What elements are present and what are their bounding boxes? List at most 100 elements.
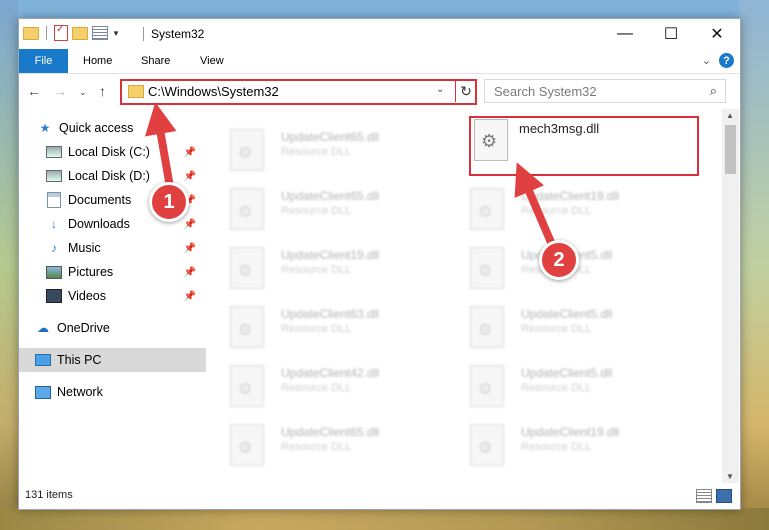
highlighted-file-item[interactable]: mech3msg.dll [469, 116, 699, 176]
close-button[interactable]: ✕ [694, 19, 740, 49]
ribbon-right-controls: ⌄ ? [702, 53, 734, 68]
pictures-icon [46, 265, 62, 279]
sidebar-item-quick-access[interactable]: ★ Quick access [19, 116, 206, 140]
details-view-icon[interactable] [696, 489, 712, 503]
scroll-up-arrow-icon[interactable]: ▲ [726, 111, 734, 120]
step-1-badge: 1 [149, 182, 189, 222]
videos-icon [46, 289, 62, 303]
list-item[interactable]: UpdateClient65.dll Resource DLL [206, 416, 426, 472]
pin-icon[interactable]: 📌 [184, 219, 196, 230]
view-toggle [696, 489, 732, 503]
list-item[interactable]: UpdateClient5.dll Resource DLL [446, 357, 666, 413]
tab-file[interactable]: File [19, 49, 68, 73]
list-item[interactable]: UpdateClient19.dll Resource DLL [206, 239, 426, 295]
file-name: UpdateClient65.dll [281, 189, 380, 203]
search-placeholder: Search System32 [494, 84, 597, 99]
sidebar-item-label: Pictures [68, 265, 114, 279]
file-name: UpdateClient19.dll [521, 189, 620, 203]
view-options-icon[interactable] [92, 26, 108, 40]
address-bar[interactable]: C:\Windows\System32 ⌄ ↻ [120, 79, 477, 105]
sidebar-item-label: Music [68, 241, 101, 255]
pin-icon[interactable]: 📌 [184, 171, 196, 182]
sidebar-item-pictures[interactable]: Pictures 📌 [19, 260, 206, 284]
file-type: Resource DLL [281, 205, 352, 217]
list-item[interactable]: UpdateClient19.dll Resource DLL [446, 180, 666, 236]
list-item[interactable]: UpdateClient5.dll Resource DLL [446, 298, 666, 354]
sidebar-item-music[interactable]: ♪ Music 📌 [19, 236, 206, 260]
documents-icon [46, 192, 62, 208]
highlighted-file-name: mech3msg.dll [519, 121, 600, 136]
file-type: Resource DLL [521, 441, 592, 453]
this-pc-icon [35, 353, 51, 367]
sidebar-item-onedrive[interactable]: ☁ OneDrive [19, 316, 206, 340]
sidebar-item-label: Local Disk (C:) [68, 145, 150, 159]
file-type: Resource DLL [281, 441, 352, 453]
customize-toolbar-chevron-icon[interactable]: ▼ [112, 29, 120, 38]
large-icons-view-icon[interactable] [716, 489, 732, 503]
search-input[interactable]: Search System32 ⌕ [484, 79, 726, 103]
address-dropdown-chevron-icon[interactable]: ⌄ [436, 84, 444, 95]
dll-file-icon [230, 247, 264, 289]
file-type: Resource DLL [281, 323, 352, 335]
title-divider [143, 27, 144, 41]
quick-access-toolbar: ▼ [23, 24, 120, 41]
list-item[interactable]: UpdateClient19.dll Resource DLL [446, 416, 666, 472]
pin-icon[interactable]: 📌 [184, 243, 196, 254]
search-icon[interactable]: ⌕ [710, 83, 717, 99]
refresh-icon[interactable]: ↻ [455, 80, 476, 102]
onedrive-icon: ☁ [37, 321, 49, 335]
help-icon[interactable]: ? [719, 53, 734, 68]
back-arrow-icon[interactable]: ← [27, 83, 41, 99]
sidebar-item-network[interactable]: Network [19, 380, 206, 404]
file-name: UpdateClient42.dll [281, 366, 380, 380]
sidebar-item-label: Downloads [68, 217, 130, 231]
file-type: Resource DLL [281, 264, 352, 276]
file-type: Resource DLL [521, 205, 592, 217]
pin-icon[interactable]: 📌 [184, 267, 196, 278]
sidebar-item-label: OneDrive [57, 321, 110, 335]
status-bar: 131 items [19, 483, 740, 509]
maximize-button[interactable]: ☐ [648, 19, 694, 49]
properties-icon[interactable] [54, 24, 68, 41]
sidebar-item-label: Quick access [59, 121, 134, 135]
vertical-scrollbar[interactable]: ▲ ▼ [722, 109, 739, 483]
file-name: UpdateClient65.dll [281, 425, 380, 439]
minimize-button[interactable]: — [602, 19, 648, 49]
list-item[interactable]: UpdateClient42.dll Resource DLL [206, 357, 426, 413]
desktop-background-right [739, 0, 769, 530]
expand-ribbon-chevron-icon[interactable]: ⌄ [702, 54, 711, 67]
list-item[interactable]: UpdateClient63.dll Resource DLL [206, 298, 426, 354]
folder-icon [128, 85, 144, 98]
tab-home[interactable]: Home [83, 49, 112, 73]
file-name: UpdateClient63.dll [281, 307, 380, 321]
pin-icon[interactable]: 📌 [184, 147, 196, 158]
scrollbar-thumb[interactable] [725, 125, 736, 174]
recent-locations-chevron-icon[interactable]: ⌄ [79, 87, 87, 98]
scroll-down-arrow-icon[interactable]: ▼ [726, 472, 734, 481]
local-disk-icon [46, 145, 62, 159]
list-item[interactable]: UpdateClient65.dll Resource DLL [206, 180, 426, 236]
sidebar-item-local-disk-c[interactable]: Local Disk (C:) 📌 [19, 140, 206, 164]
step-2-badge: 2 [539, 240, 579, 280]
address-path[interactable]: C:\Windows\System32 [148, 84, 279, 99]
list-item[interactable]: UpdateClient65.dll Resource DLL [206, 121, 426, 177]
ribbon-tabs: File Home Share View ⌄ ? [19, 49, 740, 74]
file-name: UpdateClient19.dll [521, 425, 620, 439]
up-arrow-icon[interactable]: ↑ [99, 83, 106, 99]
new-folder-icon[interactable] [72, 26, 88, 40]
file-name: UpdateClient19.dll [281, 248, 380, 262]
tab-share[interactable]: Share [141, 49, 170, 73]
navigation-pane: ★ Quick access Local Disk (C:) 📌 Local D… [19, 109, 206, 483]
dll-file-icon [230, 306, 264, 348]
toolbar-divider [46, 26, 47, 40]
file-list: UpdateClient65.dll Resource DLL UpdateCl… [206, 109, 722, 483]
tab-view[interactable]: View [200, 49, 224, 73]
pin-icon[interactable]: 📌 [184, 291, 196, 302]
sidebar-item-this-pc[interactable]: This PC [19, 348, 206, 372]
star-icon: ★ [39, 121, 51, 135]
title-bar: ▼ System32 — ☐ ✕ [19, 19, 740, 49]
sidebar-item-videos[interactable]: Videos 📌 [19, 284, 206, 308]
forward-arrow-icon[interactable]: → [53, 83, 67, 99]
folder-icon[interactable] [23, 26, 39, 40]
dll-file-icon [470, 424, 504, 466]
